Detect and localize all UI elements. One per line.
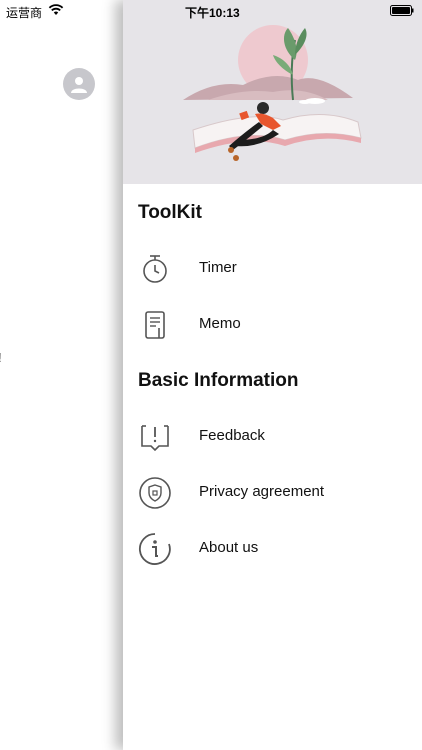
timer-icon bbox=[143, 255, 167, 283]
person-icon bbox=[71, 77, 87, 93]
partial-text: ! bbox=[0, 350, 2, 365]
carrier-label: 运营商 bbox=[6, 6, 43, 20]
menu-item-privacy-agreement[interactable]: Privacy agreement bbox=[123, 464, 422, 520]
side-drawer: ToolKit Timer Memo Basic Information Fee… bbox=[123, 0, 422, 750]
menu-item-about-us[interactable]: About us bbox=[123, 520, 422, 576]
memo-icon bbox=[145, 311, 165, 339]
avatar[interactable] bbox=[63, 68, 95, 100]
privacy-shield-icon bbox=[139, 477, 171, 509]
menu-item-memo[interactable]: Memo bbox=[123, 296, 422, 352]
underlying-page: ! bbox=[0, 0, 123, 750]
menu-item-label: Feedback bbox=[199, 427, 265, 444]
clock: 下午10:13 bbox=[185, 6, 240, 20]
menu-item-label: About us bbox=[199, 539, 259, 556]
wifi-icon bbox=[48, 4, 64, 15]
menu-item-label: Privacy agreement bbox=[199, 483, 325, 500]
reading-person-illustration bbox=[183, 25, 362, 161]
feedback-icon bbox=[141, 425, 169, 452]
status-bar: 运营商 下午10:13 bbox=[0, 0, 422, 22]
hero-illustration bbox=[123, 0, 422, 184]
menu-item-label: Memo bbox=[199, 315, 241, 332]
menu-item-timer[interactable]: Timer bbox=[123, 240, 422, 296]
section-title-basic-information: Basic Information bbox=[138, 370, 299, 391]
menu-item-label: Timer bbox=[199, 259, 237, 276]
menu-item-feedback[interactable]: Feedback bbox=[123, 408, 422, 464]
info-icon bbox=[139, 533, 171, 565]
battery-icon bbox=[390, 5, 414, 16]
section-title-toolkit: ToolKit bbox=[138, 202, 203, 223]
